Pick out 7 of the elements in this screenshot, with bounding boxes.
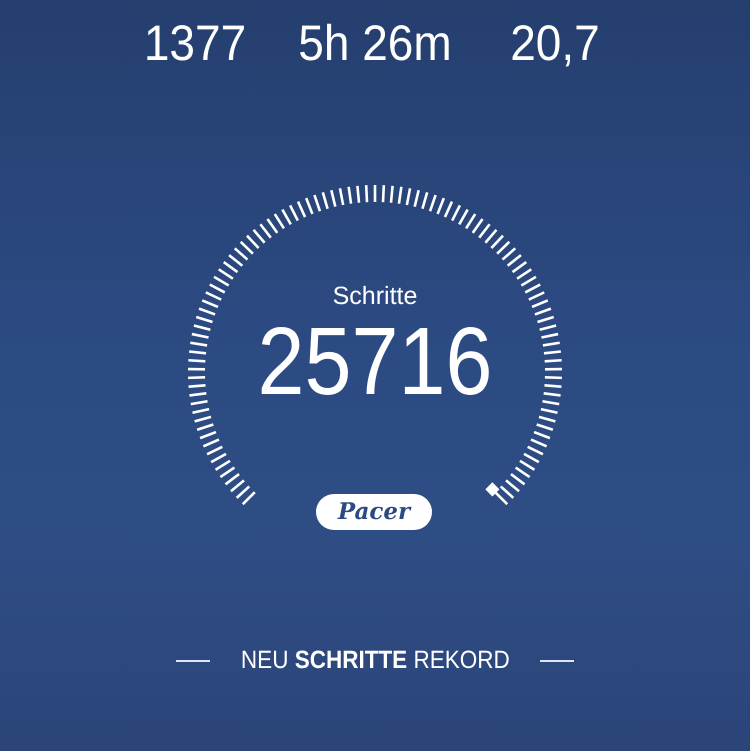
stat-value: 20,7 xyxy=(509,18,601,68)
steps-label: Schritte xyxy=(332,281,418,312)
steps-count: 25716 xyxy=(258,314,492,410)
stat-value: 5h 26m xyxy=(297,18,453,68)
record-title: NEU SCHRITTE REKORD xyxy=(240,645,510,676)
app-logo: Pacer xyxy=(316,494,432,530)
stat-value: 1377 xyxy=(142,18,248,68)
